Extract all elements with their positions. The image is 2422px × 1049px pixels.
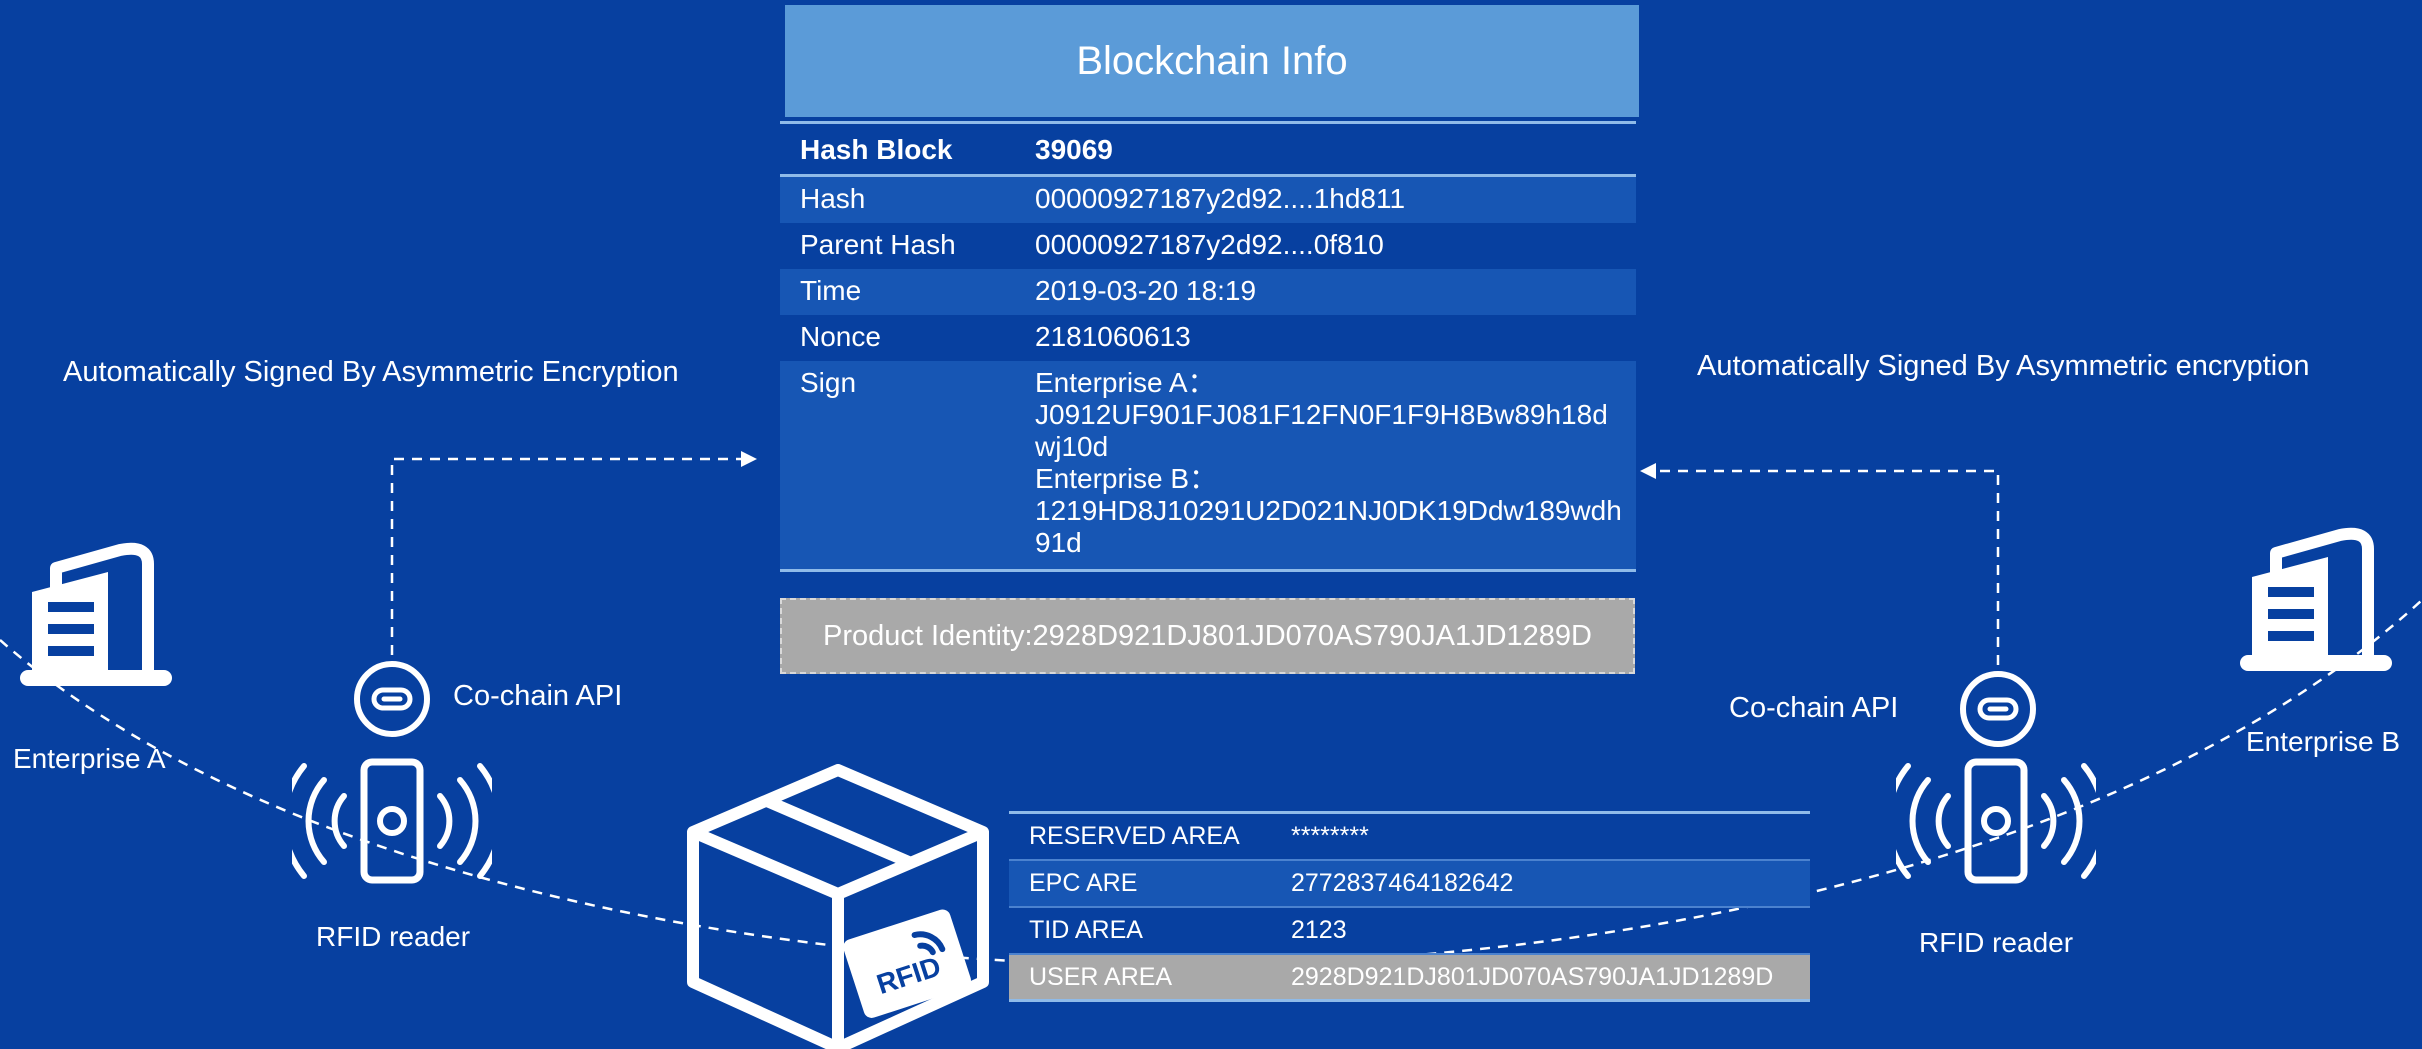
row-value: ******** bbox=[1291, 822, 1369, 850]
left-arrow-head bbox=[741, 451, 757, 467]
table-row: Hash Block 39069 bbox=[780, 124, 1636, 177]
link-icon bbox=[354, 661, 430, 737]
right-co-chain-api-label: Co-chain API bbox=[1729, 692, 1899, 724]
table-row: RESERVED AREA ******** bbox=[1009, 814, 1810, 861]
right-rfid-reader-label: RFID reader bbox=[1919, 927, 2074, 958]
row-key: Time bbox=[800, 275, 862, 306]
sign-enterprise-b-label: Enterprise B： bbox=[1035, 463, 1218, 494]
row-value: 00000927187y2d92....1hd811 bbox=[1035, 183, 1406, 214]
row-value: 00000927187y2d92....0f810 bbox=[1035, 229, 1384, 260]
right-arrow-head bbox=[1640, 463, 1656, 479]
row-key: Nonce bbox=[800, 321, 881, 352]
row-key: Parent Hash bbox=[800, 229, 956, 260]
table-row: Time 2019-03-20 18:19 bbox=[780, 269, 1636, 315]
left-co-chain-api-label: Co-chain API bbox=[453, 680, 623, 712]
building-icon bbox=[20, 542, 172, 686]
table-row: EPC ARE 2772837464182642 bbox=[1009, 861, 1810, 908]
table-divider bbox=[780, 569, 1636, 578]
rfid-package-icon: RFID bbox=[687, 764, 989, 1049]
row-key: Hash Block bbox=[800, 134, 953, 165]
row-key: Hash bbox=[800, 183, 866, 214]
right-arrow-line bbox=[1656, 469, 2000, 665]
link-icon bbox=[1960, 671, 2036, 747]
row-value: 2019-03-20 18:19 bbox=[1035, 275, 1257, 306]
rfid-reader-icon bbox=[1896, 758, 2096, 884]
rfid-reader-icon bbox=[292, 758, 492, 884]
row-key: Sign bbox=[800, 367, 857, 398]
table-row-sign: Sign Enterprise A： J0912UF901FJ081F12FN0… bbox=[780, 361, 1636, 569]
enterprise-b-label: Enterprise B bbox=[2246, 726, 2401, 757]
row-value: 2123 bbox=[1291, 916, 1347, 944]
sign-enterprise-a-label: Enterprise A： bbox=[1035, 367, 1216, 398]
row-key: RESERVED AREA bbox=[1029, 822, 1240, 850]
row-value: 2181060613 bbox=[1035, 321, 1191, 352]
table-row: Parent Hash 00000927187y2d92....0f810 bbox=[780, 223, 1636, 269]
rfid-tag-table: RESERVED AREA ******** EPC ARE 277283746… bbox=[1009, 811, 1810, 1002]
building-icon bbox=[2240, 527, 2392, 671]
product-identity: Product Identity:2928D921DJ801JD070AS790… bbox=[780, 598, 1635, 674]
enterprise-a-label: Enterprise A bbox=[13, 743, 166, 774]
left-signed-caption: Automatically Signed By Asymmetric Encry… bbox=[63, 356, 679, 388]
table-row: USER AREA 2928D921DJ801JD070AS790JA1JD12… bbox=[1009, 955, 1810, 1002]
row-value: 39069 bbox=[1035, 134, 1113, 165]
sign-enterprise-a-value: J0912UF901FJ081F12FN0F1F9H8Bw89h18dwj10d bbox=[1035, 399, 1608, 462]
right-signed-caption: Automatically Signed By Asymmetric encry… bbox=[1697, 350, 2310, 382]
table-row: Hash 00000927187y2d92....1hd811 bbox=[780, 177, 1636, 223]
blockchain-info-card: Blockchain Info Hash Block 39069 Hash 00… bbox=[780, 5, 1639, 578]
sign-value: Enterprise A： J0912UF901FJ081F12FN0F1F9H… bbox=[1035, 367, 1636, 559]
table-row: TID AREA 2123 bbox=[1009, 908, 1810, 955]
sign-enterprise-b-value: 1219HD8J10291U2D021NJ0DK19Ddw189wdh91d bbox=[1035, 495, 1622, 558]
row-key: EPC ARE bbox=[1029, 869, 1138, 897]
left-rfid-reader-label: RFID reader bbox=[316, 921, 471, 952]
row-value: 2928D921DJ801JD070AS790JA1JD1289D bbox=[1291, 962, 1774, 991]
row-key: TID AREA bbox=[1029, 916, 1143, 944]
row-value: 2772837464182642 bbox=[1291, 869, 1514, 897]
table-row: Nonce 2181060613 bbox=[780, 315, 1636, 361]
blockchain-info-title: Blockchain Info bbox=[785, 5, 1639, 117]
blockchain-info-table: Hash Block 39069 Hash 00000927187y2d92..… bbox=[780, 121, 1636, 578]
left-arrow-line bbox=[390, 457, 744, 655]
row-key: USER AREA bbox=[1029, 962, 1173, 991]
